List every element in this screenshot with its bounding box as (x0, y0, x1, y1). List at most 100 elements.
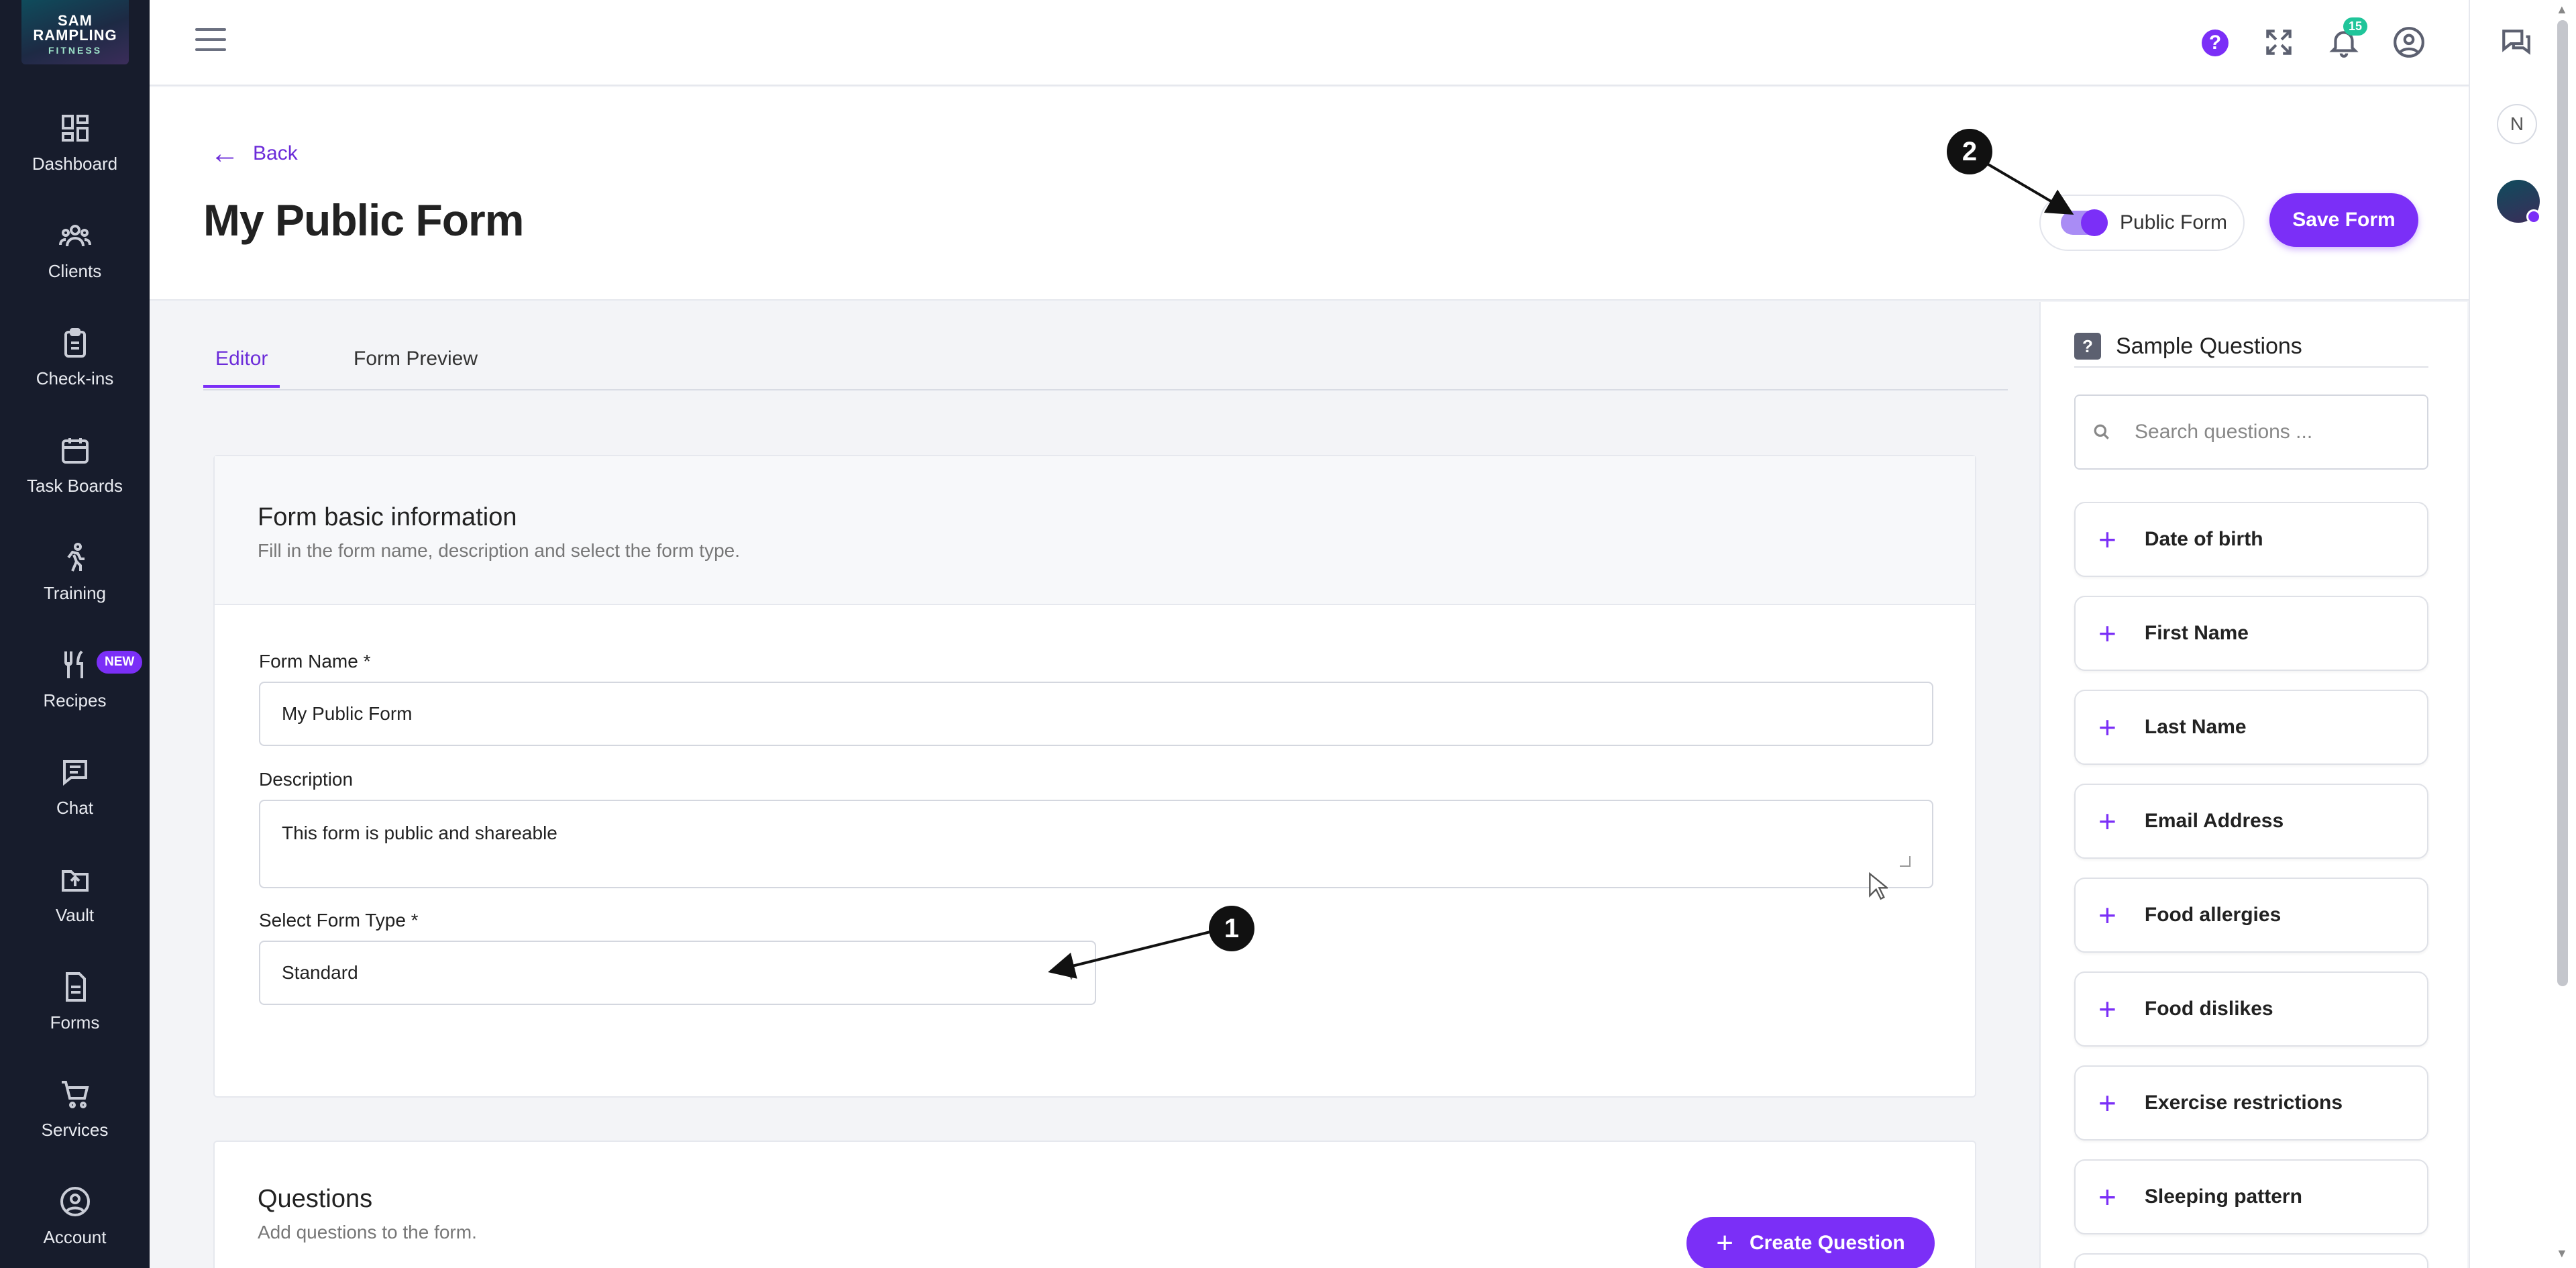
sidebar-item-label: Dashboard (32, 153, 118, 174)
sample-questions-header: ? Sample Questions (2074, 326, 2428, 368)
brand-logo[interactable]: SAM RAMPLING FITNESS (21, 0, 129, 64)
cart-icon (61, 1080, 89, 1108)
tab-bar: Editor Form Preview (203, 335, 2008, 390)
search-icon (2094, 424, 2109, 439)
sample-question-label: Date of birth (2144, 528, 2263, 550)
card-subtitle: Fill in the form name, description and s… (258, 540, 740, 561)
sample-question-item[interactable]: + Food allergies (2074, 878, 2428, 953)
sample-question-label: Email Address (2144, 810, 2284, 832)
cutlery-icon (64, 650, 83, 678)
basic-info-card: Form basic information Fill in the form … (213, 455, 1976, 1098)
create-question-label: Create Question (1749, 1232, 1905, 1254)
sample-question-item[interactable]: + Food dislikes (2074, 971, 2428, 1047)
questions-subtitle: Add questions to the form. (258, 1222, 477, 1243)
description-textarea[interactable]: This form is public and shareable (259, 800, 1933, 888)
sample-question-label: First Name (2144, 622, 2249, 644)
sidebar-item-account[interactable]: Account (0, 1173, 150, 1260)
sidebar-item-recipes[interactable]: Recipes NEW (0, 636, 150, 723)
user-circle-icon (60, 1186, 90, 1216)
plus-icon: + (2098, 522, 2116, 557)
tab-editor[interactable]: Editor (203, 348, 280, 388)
brand-avatar[interactable] (2497, 180, 2541, 224)
notification-count-badge: 15 (2343, 17, 2367, 36)
form-type-select[interactable]: Standard ▾ (259, 941, 1096, 1005)
sidebar-item-vault[interactable]: Vault (0, 851, 150, 938)
document-icon (65, 971, 86, 1002)
sidebar-item-check-ins[interactable]: Check-ins (0, 314, 150, 401)
scrollbar[interactable] (2557, 20, 2568, 986)
fullscreen-icon[interactable] (2262, 25, 2296, 59)
sidebar-item-clients[interactable]: Clients (0, 207, 150, 294)
sample-question-label: Last Name (2144, 716, 2247, 738)
sidebar-item-training[interactable]: Training (0, 529, 150, 616)
back-link[interactable]: ← Back (210, 137, 298, 170)
menu-icon[interactable] (195, 28, 226, 55)
form-name-input[interactable]: My Public Form (259, 682, 1933, 746)
sidebar-item-forms[interactable]: Forms (0, 958, 150, 1045)
plus-icon: + (1716, 1226, 1733, 1259)
card-title: Form basic information (258, 503, 517, 531)
page-header: ← Back My Public Form Public Form Save F… (150, 87, 2469, 301)
sample-questions-search[interactable]: Search questions ... (2074, 394, 2428, 470)
profile-icon[interactable] (2392, 25, 2426, 59)
scroll-down-icon[interactable]: ▼ (2556, 1247, 2568, 1261)
resize-handle-icon[interactable] (1900, 856, 1911, 867)
plus-icon: + (2098, 616, 2116, 651)
public-form-toggle[interactable]: Public Form (2039, 195, 2245, 251)
brand-subtitle: FITNESS (48, 45, 103, 56)
avatar[interactable]: N (2497, 104, 2537, 144)
sample-question-item[interactable]: + Sleeping pattern (2074, 1159, 2428, 1234)
sidebar-item-services[interactable]: Services (0, 1065, 150, 1153)
sidebar-item-label: Services (41, 1119, 109, 1140)
sample-questions-title: Sample Questions (2116, 333, 2302, 359)
annotation-marker-1: 1 (1209, 906, 1254, 951)
page-title: My Public Form (203, 195, 524, 245)
plus-icon: + (2098, 1086, 2116, 1120)
sample-question-label: Sleeping pattern (2144, 1185, 2302, 1208)
notifications-button[interactable]: 15 (2327, 17, 2367, 59)
help-icon[interactable]: ? (2202, 30, 2229, 56)
sample-questions-panel: ? Sample Questions Search questions ... … (2039, 302, 2467, 1268)
sample-question-item-partial[interactable] (2074, 1253, 2428, 1268)
clients-icon (58, 224, 91, 246)
brand-name: SAM RAMPLING (33, 12, 117, 44)
sample-question-label: Food allergies (2144, 904, 2282, 926)
sidebar-item-task-boards[interactable]: Task Boards (0, 421, 150, 509)
sidebar-item-label: Account (43, 1226, 107, 1247)
sidebar-item-label: Training (44, 582, 106, 603)
sidebar-item-label: Recipes (43, 690, 107, 710)
save-form-button[interactable]: Save Form (2269, 193, 2418, 247)
scroll-up-icon[interactable]: ▲ (2556, 3, 2568, 17)
sample-question-item[interactable]: + Email Address (2074, 784, 2428, 859)
sidebar-item-chat[interactable]: Chat (0, 743, 150, 831)
chevron-down-icon: ▾ (1067, 969, 1075, 984)
description-value: This form is public and shareable (282, 823, 557, 843)
sample-question-item[interactable]: + Exercise restrictions (2074, 1065, 2428, 1141)
sidebar-item-label: Vault (55, 904, 95, 925)
form-type-label: Select Form Type * (259, 910, 419, 931)
sidebar: SAM RAMPLING FITNESS Dashboard Clients C… (0, 0, 150, 1268)
create-question-button[interactable]: + Create Question (1686, 1217, 1935, 1268)
sidebar-item-label: Chat (56, 797, 93, 818)
plus-icon: + (2098, 1179, 2116, 1214)
calendar-icon (61, 437, 89, 464)
sample-question-item[interactable]: + First Name (2074, 596, 2428, 671)
tab-form-preview[interactable]: Form Preview (354, 348, 478, 385)
dashboard-icon (61, 114, 89, 142)
sidebar-item-label: Forms (50, 1012, 100, 1033)
plus-icon: + (2098, 710, 2116, 745)
search-placeholder: Search questions ... (2135, 421, 2313, 443)
folder-upload-icon (61, 869, 89, 892)
sidebar-item-dashboard[interactable]: Dashboard (0, 99, 150, 187)
toggle-switch[interactable] (2061, 209, 2108, 236)
sample-question-item[interactable]: + Date of birth (2074, 502, 2428, 577)
sample-question-label: Exercise restrictions (2144, 1092, 2343, 1114)
running-icon (66, 542, 85, 572)
toggle-label: Public Form (2120, 211, 2228, 233)
new-badge: NEW (97, 651, 143, 674)
chat-icon (62, 759, 87, 786)
conversations-icon[interactable] (2500, 25, 2533, 59)
sample-question-label: Food dislikes (2144, 998, 2273, 1020)
arrow-left-icon: ← (210, 137, 239, 170)
sample-question-item[interactable]: + Last Name (2074, 690, 2428, 765)
